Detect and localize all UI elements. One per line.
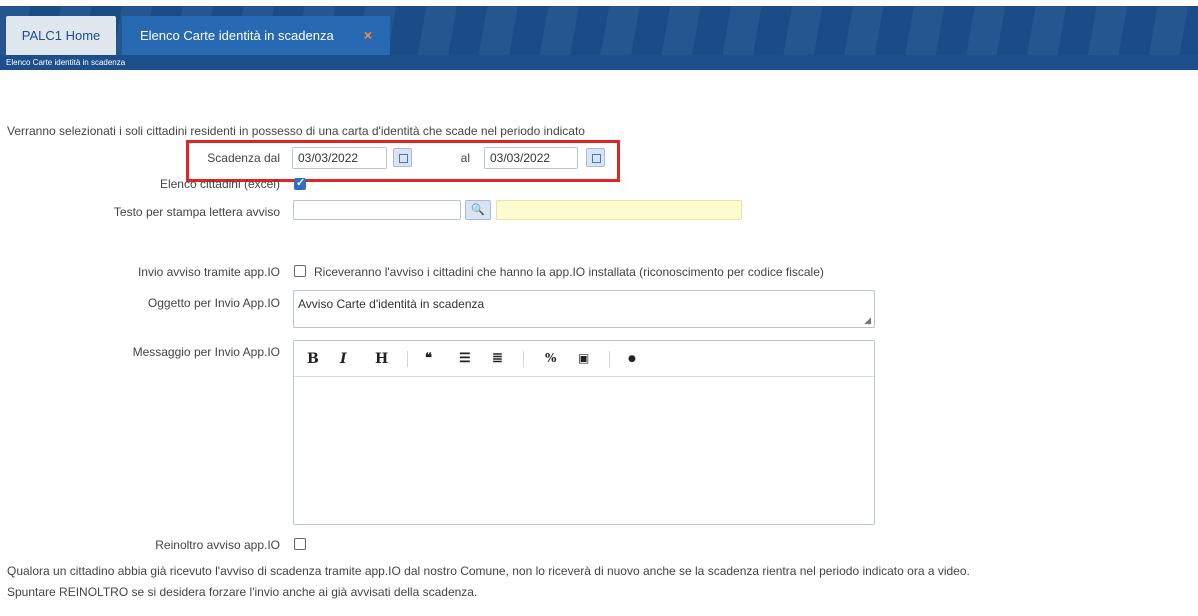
resize-handle-icon[interactable]: ◢: [864, 315, 871, 326]
ordered-list-icon[interactable]: ≣: [492, 351, 503, 366]
invio-checkbox[interactable]: [294, 265, 306, 277]
breadcrumb: Elenco Carte identità in scadenza: [0, 55, 1198, 70]
tab-label: Elenco Carte identità in scadenza: [140, 28, 334, 43]
link-icon[interactable]: %: [545, 351, 556, 365]
tab-strip: PALC1 Home Elenco Carte identità in scad…: [0, 6, 1198, 55]
reinoltro-checkbox[interactable]: [294, 538, 306, 550]
messaggio-label: Messaggio per Invio App.IO: [132, 345, 280, 359]
oggetto-label: Oggetto per Invio App.IO: [147, 296, 280, 310]
quote-icon[interactable]: ❝: [425, 351, 432, 366]
testo-description-field: [496, 200, 742, 220]
editor-toolbar: B I H ❝ ☰ ≣ % ▣ ●: [294, 341, 874, 377]
messaggio-editor[interactable]: B I H ❝ ☰ ≣ % ▣ ●: [293, 340, 875, 525]
elenco-label: Elenco cittadini (excel): [159, 177, 280, 191]
tab-elenco-carte[interactable]: Elenco Carte identità in scadenza ×: [122, 16, 390, 55]
note-line-2: Spuntare REINOLTRO se si desidera forzar…: [7, 585, 478, 599]
preview-icon[interactable]: ●: [628, 354, 636, 364]
toolbar-divider: [407, 351, 408, 367]
heading-icon[interactable]: H: [375, 351, 388, 367]
unordered-list-icon[interactable]: ☰: [459, 351, 471, 366]
toolbar-divider: [523, 351, 524, 367]
elenco-checkbox[interactable]: [294, 176, 306, 190]
note-line-1: Qualora un cittadino abbia già ricevuto …: [7, 564, 970, 578]
intro-text: Verranno selezionati i soli cittadini re…: [7, 124, 585, 138]
bold-icon[interactable]: B: [307, 351, 319, 367]
top-bar: PALC1 Home Elenco Carte identità in scad…: [0, 0, 1198, 70]
testo-label: Testo per stampa lettera avviso: [113, 205, 280, 219]
highlight-box: [186, 140, 620, 182]
oggetto-value: Avviso Carte d'identità in scadenza: [298, 297, 485, 311]
tab-home[interactable]: PALC1 Home: [6, 16, 116, 55]
close-icon[interactable]: ×: [364, 16, 372, 55]
invio-label: Invio avviso tramite app.IO: [137, 265, 280, 279]
italic-icon[interactable]: I: [340, 351, 347, 367]
oggetto-textarea[interactable]: Avviso Carte d'identità in scadenza ◢: [293, 290, 875, 328]
testo-input[interactable]: [293, 200, 461, 220]
reinoltro-label: Reinoltro avviso app.IO: [155, 538, 280, 552]
image-icon[interactable]: ▣: [578, 351, 589, 365]
toolbar-divider: [609, 351, 610, 367]
invio-description: Riceveranno l'avviso i cittadini che han…: [314, 265, 824, 279]
search-icon[interactable]: 🔍: [465, 200, 491, 220]
